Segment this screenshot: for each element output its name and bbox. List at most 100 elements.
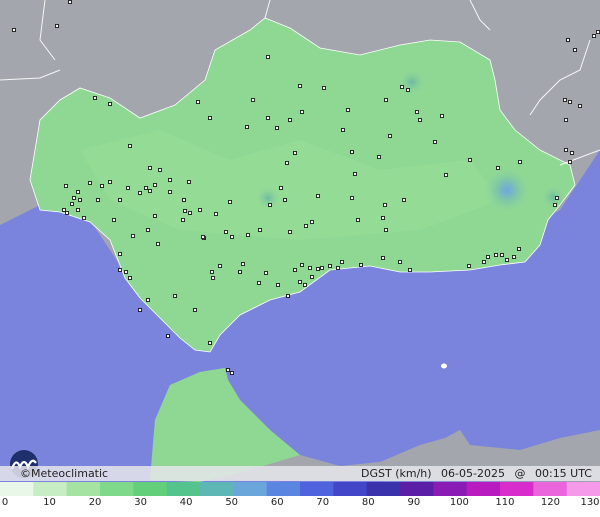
scale-color-swatch <box>100 482 134 496</box>
station-marker <box>310 275 314 279</box>
scale-tick-label: 10 <box>43 497 56 508</box>
station-marker <box>138 308 142 312</box>
station-marker <box>182 198 186 202</box>
date-label: 06-05-2025 <box>441 467 505 480</box>
station-marker <box>300 110 304 114</box>
station-marker <box>564 118 568 122</box>
color-scale-bar <box>0 482 600 496</box>
station-marker <box>384 98 388 102</box>
station-marker <box>148 166 152 170</box>
station-marker <box>486 255 490 259</box>
station-marker <box>408 268 412 272</box>
station-marker <box>131 234 135 238</box>
station-marker <box>168 190 172 194</box>
gust-spot-north <box>398 68 426 96</box>
variable-label: DGST (km/h) <box>361 467 432 480</box>
station-marker <box>346 108 350 112</box>
station-marker <box>264 271 268 275</box>
station-marker <box>196 100 200 104</box>
station-marker <box>286 294 290 298</box>
island <box>441 363 447 369</box>
station-marker <box>238 270 242 274</box>
station-marker <box>359 263 363 267</box>
station-marker <box>377 155 381 159</box>
station-marker <box>78 198 82 202</box>
station-marker <box>118 268 122 272</box>
station-marker <box>181 218 185 222</box>
station-marker <box>228 200 232 204</box>
brand-credit: ©Meteoclimatic <box>20 466 108 481</box>
station-marker <box>88 181 92 185</box>
station-marker <box>573 48 577 52</box>
station-marker <box>257 281 261 285</box>
station-marker <box>188 211 192 215</box>
station-marker <box>224 230 228 234</box>
station-marker <box>310 220 314 224</box>
station-marker <box>183 209 187 213</box>
station-marker <box>214 212 218 216</box>
station-marker <box>517 247 521 251</box>
scale-tick-label: 130 <box>580 497 600 508</box>
station-marker <box>494 253 498 257</box>
scale-tick-label: 60 <box>270 497 284 508</box>
station-marker <box>570 151 574 155</box>
station-marker <box>96 198 100 202</box>
station-marker <box>568 100 572 104</box>
station-marker <box>268 203 272 207</box>
station-marker <box>266 116 270 120</box>
station-marker <box>304 224 308 228</box>
station-marker <box>65 211 69 215</box>
scale-tick-label: 50 <box>225 497 239 508</box>
at-symbol: @ <box>514 467 526 480</box>
station-marker <box>518 160 522 164</box>
station-marker <box>144 186 148 190</box>
scale-color-swatch <box>333 482 368 496</box>
station-marker <box>246 233 250 237</box>
station-marker <box>444 173 448 177</box>
scale-color-swatch <box>266 482 301 496</box>
scale-tick-label: 0 <box>1 497 9 508</box>
station-marker <box>350 150 354 154</box>
station-marker <box>308 266 312 270</box>
station-marker <box>68 0 72 4</box>
scale-color-swatch <box>533 482 568 496</box>
station-marker <box>138 191 142 195</box>
station-marker <box>76 208 80 212</box>
scale-color-swatch <box>233 482 268 496</box>
station-marker <box>293 268 297 272</box>
station-marker <box>288 118 292 122</box>
station-marker <box>62 208 66 212</box>
station-marker <box>384 228 388 232</box>
station-marker <box>166 334 170 338</box>
scale-color-swatch <box>200 482 234 496</box>
station-marker <box>93 96 97 100</box>
scale-tick-label: 110 <box>495 497 515 508</box>
station-marker <box>322 86 326 90</box>
station-marker <box>208 116 212 120</box>
station-marker <box>381 256 385 260</box>
station-marker <box>108 180 112 184</box>
station-marker <box>564 148 568 152</box>
station-marker <box>283 198 287 202</box>
station-marker <box>251 98 255 102</box>
station-marker <box>70 202 74 206</box>
scale-color-swatch <box>300 482 334 496</box>
station-marker <box>64 184 68 188</box>
scale-tick-label: 20 <box>88 497 102 508</box>
station-marker <box>398 260 402 264</box>
scale-color-swatch <box>0 482 34 496</box>
gust-spot-east2 <box>541 185 565 209</box>
station-marker <box>128 144 132 148</box>
station-marker <box>303 283 307 287</box>
station-marker <box>279 186 283 190</box>
station-marker <box>266 55 270 59</box>
scale-tick-label: 30 <box>134 497 147 508</box>
station-marker <box>118 198 122 202</box>
station-marker <box>388 134 392 138</box>
station-marker <box>406 88 410 92</box>
station-marker <box>592 34 596 38</box>
station-marker <box>500 253 504 257</box>
station-marker <box>226 368 230 372</box>
scale-color-swatch <box>33 482 68 496</box>
station-marker <box>383 203 387 207</box>
